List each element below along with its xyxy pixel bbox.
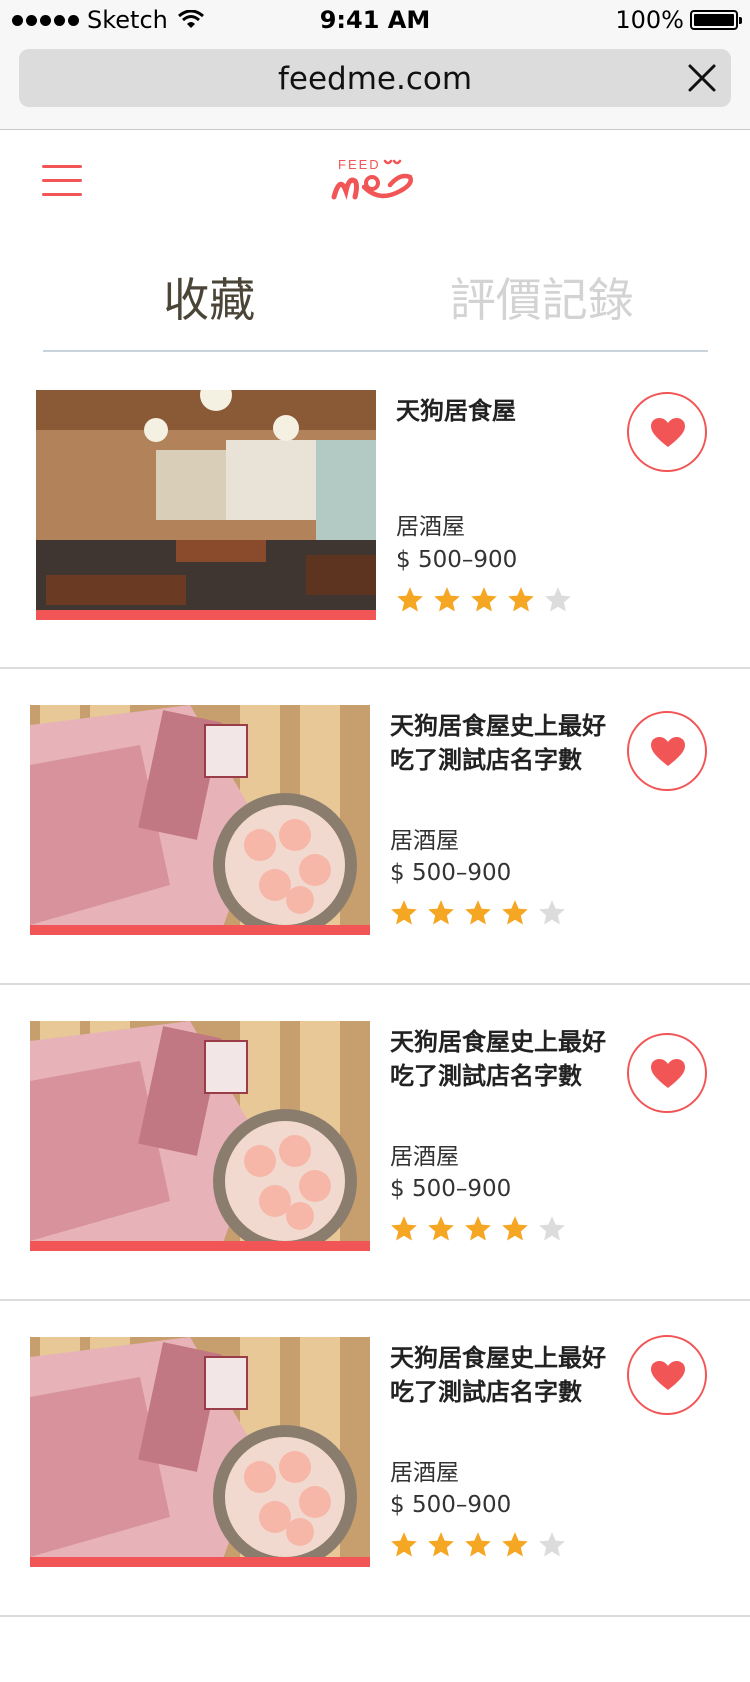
status-bar: Sketch 9:41 AM 100% xyxy=(0,0,750,40)
favorite-button[interactable] xyxy=(627,1335,707,1415)
rating-stars xyxy=(390,899,566,927)
heart-icon xyxy=(651,737,685,766)
tab-reviews[interactable]: 評價記錄 xyxy=(376,240,709,350)
star-filled-icon xyxy=(502,1216,528,1241)
list-item[interactable]: 天狗居食屋史上最好吃了測試店名字數 居酒屋 $ 500–900 xyxy=(0,1301,750,1617)
restaurant-category: 居酒屋 xyxy=(390,1144,459,1170)
star-filled-icon xyxy=(502,900,528,925)
rating-stars xyxy=(396,586,572,614)
restaurant-photo xyxy=(30,705,370,935)
restaurant-photo xyxy=(36,390,376,620)
restaurant-photo xyxy=(30,1021,370,1251)
favorite-button[interactable] xyxy=(627,392,707,472)
heart-icon xyxy=(651,418,685,447)
app-header: FEED xyxy=(0,131,750,231)
battery-percentage: 100% xyxy=(615,6,684,34)
restaurant-price: $ 500–900 xyxy=(390,860,512,886)
tab-bar: 收藏 評價記錄 xyxy=(43,240,708,352)
list-item[interactable]: 天狗居食屋 居酒屋 $ 500–900 xyxy=(0,352,750,669)
favorite-button[interactable] xyxy=(627,711,707,791)
star-filled-icon xyxy=(508,587,534,612)
star-empty-icon xyxy=(539,1532,565,1557)
logo-text: FEED xyxy=(338,157,381,172)
close-icon[interactable] xyxy=(687,63,717,93)
rating-stars xyxy=(390,1531,566,1559)
star-filled-icon xyxy=(428,900,454,925)
url-text: feedme.com xyxy=(277,61,473,97)
restaurant-category: 居酒屋 xyxy=(390,828,459,854)
star-empty-icon xyxy=(545,587,571,612)
restaurant-name[interactable]: 天狗居食屋史上最好吃了測試店名字數 xyxy=(390,1025,615,1093)
heart-icon xyxy=(651,1059,685,1088)
star-filled-icon xyxy=(391,1532,417,1557)
favorite-button[interactable] xyxy=(627,1033,707,1113)
restaurant-category: 居酒屋 xyxy=(390,1460,459,1486)
star-filled-icon xyxy=(465,900,491,925)
tab-favorites[interactable]: 收藏 xyxy=(43,240,376,350)
star-empty-icon xyxy=(539,1216,565,1241)
restaurant-name[interactable]: 天狗居食屋 xyxy=(396,394,621,428)
star-empty-icon xyxy=(539,900,565,925)
star-filled-icon xyxy=(391,900,417,925)
restaurant-name[interactable]: 天狗居食屋史上最好吃了測試店名字數 xyxy=(390,709,615,777)
star-filled-icon xyxy=(502,1532,528,1557)
rating-stars xyxy=(390,1215,566,1243)
battery-icon xyxy=(690,10,742,30)
browser-bar: feedme.com xyxy=(0,40,750,130)
hamburger-menu-icon[interactable] xyxy=(42,165,82,197)
restaurant-price: $ 500–900 xyxy=(390,1492,512,1518)
heart-icon xyxy=(651,1361,685,1390)
star-filled-icon xyxy=(397,587,423,612)
star-filled-icon xyxy=(465,1216,491,1241)
restaurant-price: $ 500–900 xyxy=(396,547,518,573)
star-filled-icon xyxy=(428,1216,454,1241)
restaurant-category: 居酒屋 xyxy=(396,514,465,540)
restaurant-price: $ 500–900 xyxy=(390,1176,512,1202)
star-filled-icon xyxy=(471,587,497,612)
star-filled-icon xyxy=(391,1216,417,1241)
status-right: 100% xyxy=(615,6,742,34)
url-field[interactable]: feedme.com xyxy=(19,49,731,107)
list-item[interactable]: 天狗居食屋史上最好吃了測試店名字數 居酒屋 $ 500–900 xyxy=(0,669,750,985)
star-filled-icon xyxy=(465,1532,491,1557)
star-filled-icon xyxy=(434,587,460,612)
restaurant-photo xyxy=(30,1337,370,1567)
star-filled-icon xyxy=(428,1532,454,1557)
list-item[interactable]: 天狗居食屋史上最好吃了測試店名字數 居酒屋 $ 500–900 xyxy=(0,985,750,1301)
feedme-logo: FEED xyxy=(331,157,413,200)
restaurant-name[interactable]: 天狗居食屋史上最好吃了測試店名字數 xyxy=(390,1341,615,1409)
